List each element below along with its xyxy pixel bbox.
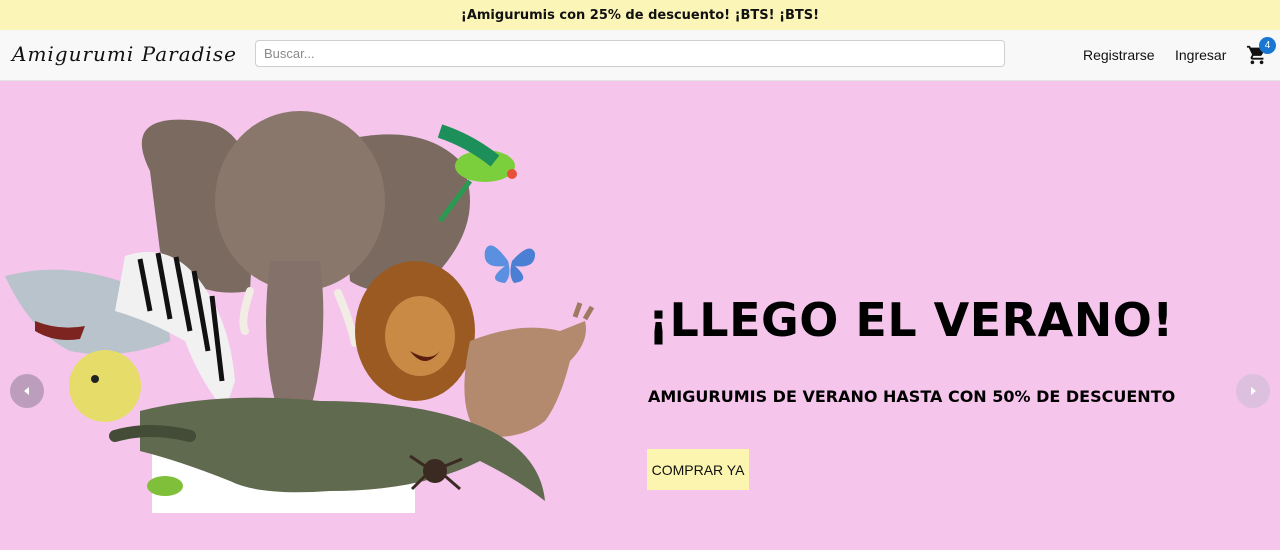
hero-subtitle: AMIGURUMIS DE VERANO HASTA CON 50% DE DE… [648, 387, 1176, 406]
announcement-bar: ¡Amigurumis con 25% de descuento! ¡BTS! … [0, 0, 1280, 30]
cart-count-badge: 4 [1259, 37, 1276, 54]
carousel-prev-button[interactable] [10, 374, 44, 408]
navbar: Amigurumi Paradise Registrarse Ingresar … [0, 30, 1280, 81]
chevron-right-icon [1251, 387, 1256, 395]
animals-collage-image [5, 111, 595, 513]
buy-now-button[interactable]: COMPRAR YA [647, 449, 749, 490]
carousel-next-button[interactable] [1236, 374, 1270, 408]
login-link[interactable]: Ingresar [1175, 47, 1226, 63]
register-link[interactable]: Registrarse [1083, 47, 1155, 63]
search-input[interactable] [255, 40, 1005, 67]
hero-title: ¡LLEGO EL VERANO! [648, 293, 1174, 347]
announcement-text: ¡Amigurumis con 25% de descuento! ¡BTS! … [460, 7, 820, 23]
brand-logo[interactable]: Amigurumi Paradise [12, 42, 237, 66]
chevron-left-icon [24, 387, 29, 395]
hero-carousel: ¡LLEGO EL VERANO! AMIGURUMIS DE VERANO H… [0, 81, 1280, 550]
